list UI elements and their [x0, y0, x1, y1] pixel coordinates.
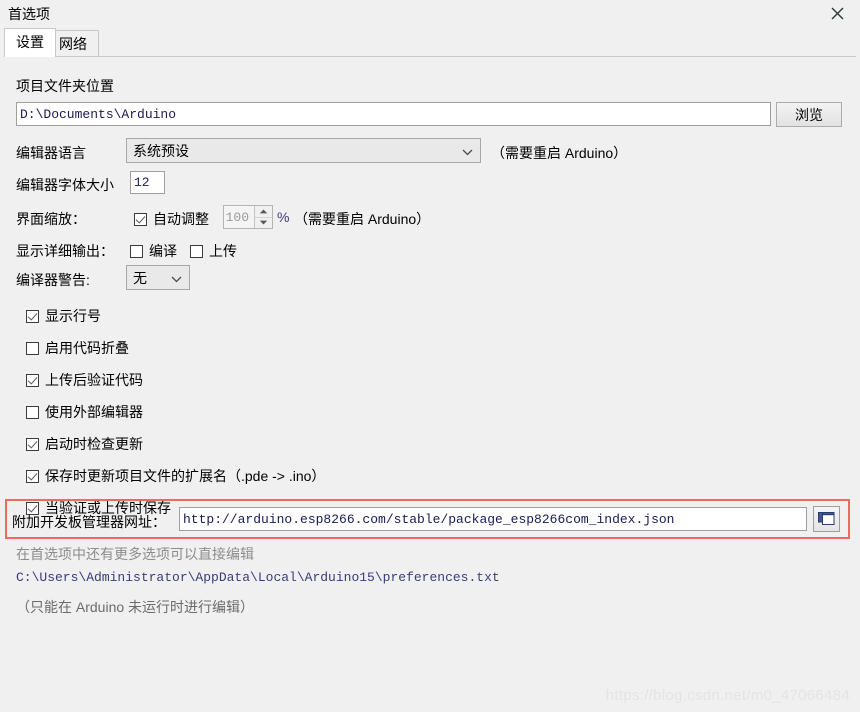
option-use-external-editor-label: 使用外部编辑器 — [45, 404, 143, 420]
verbose-compile-checkbox[interactable]: 编译 — [130, 241, 177, 261]
tab-settings-label: 设置 — [16, 34, 44, 50]
option-enable-code-folding[interactable]: 启用代码折叠 — [26, 338, 129, 358]
interface-scale-label: 界面缩放： — [16, 211, 86, 227]
verbose-compile-checkbox-box — [130, 244, 143, 258]
sketchbook-location-label: 项目文件夹位置 — [16, 78, 114, 94]
compiler-warnings-select[interactable]: 无 — [126, 265, 190, 290]
option-check-updates-on-startup-label: 启动时检查更新 — [45, 436, 143, 452]
close-icon — [831, 7, 843, 19]
editor-font-size-input[interactable]: 12 — [130, 171, 165, 194]
option-update-sketch-extension-label: 保存时更新项目文件的扩展名（.pde -> .ino） — [45, 468, 326, 484]
auto-scale-checkbox-box — [134, 212, 147, 226]
edit-note-text: （只能在 Arduino 未运行时进行编辑） — [16, 599, 255, 615]
scale-percent-unit: % — [277, 209, 290, 225]
option-verify-after-upload-box — [26, 373, 39, 387]
option-verify-after-upload[interactable]: 上传后验证代码 — [26, 370, 143, 390]
compiler-warnings-label: 编译器警告: — [16, 272, 90, 288]
editor-language-hint: （需要重启 Arduino） — [491, 145, 628, 161]
tab-strip: 设置 网络 — [0, 28, 860, 57]
verbose-upload-checkbox[interactable]: 上传 — [190, 241, 237, 261]
browse-button[interactable]: 浏览 — [776, 102, 842, 127]
spinner-down-icon — [259, 220, 268, 225]
settings-panel: 项目文件夹位置 D:\Documents\Arduino 浏览 编辑器语言 系统… — [4, 56, 856, 708]
verbose-upload-checkbox-box — [190, 244, 203, 258]
compiler-warnings-value: 无 — [133, 269, 147, 286]
tab-settings[interactable]: 设置 — [4, 28, 56, 57]
option-update-sketch-extension[interactable]: 保存时更新项目文件的扩展名（.pde -> .ino） — [26, 466, 325, 486]
auto-scale-checkbox[interactable]: 自动调整 — [134, 209, 209, 229]
verbose-output-label: 显示详细输出： — [16, 243, 114, 259]
close-button[interactable] — [818, 0, 856, 26]
preferences-file-path: C:\Users\Administrator\AppData\Local\Ard… — [16, 570, 500, 585]
interface-scale-hint: （需要重启 Arduino） — [294, 211, 431, 227]
option-show-line-numbers-label: 显示行号 — [45, 308, 101, 324]
verbose-upload-label: 上传 — [209, 243, 237, 259]
scale-percent-stepper-buttons — [254, 206, 272, 228]
option-use-external-editor-box — [26, 405, 39, 419]
option-enable-code-folding-label: 启用代码折叠 — [45, 340, 129, 356]
board-manager-urls-label: 附加开发板管理器网址： — [12, 514, 166, 530]
editor-font-size-label: 编辑器字体大小 — [16, 177, 114, 193]
option-show-line-numbers-box — [26, 309, 39, 323]
sketchbook-path-input[interactable]: D:\Documents\Arduino — [16, 102, 771, 126]
editor-language-label: 编辑器语言 — [16, 145, 86, 161]
board-manager-urls-input[interactable]: http://arduino.esp8266.com/stable/packag… — [179, 507, 807, 531]
window-title: 首选项 — [8, 6, 50, 22]
option-check-updates-on-startup-box — [26, 437, 39, 451]
window-titlebar: 首选项 — [0, 0, 860, 28]
watermark: https://blog.csdn.net/m0_47066484 — [605, 687, 850, 704]
more-preferences-text: 在首选项中还有更多选项可以直接编辑 — [16, 546, 254, 562]
option-show-line-numbers[interactable]: 显示行号 — [26, 306, 101, 326]
open-windows-icon — [818, 511, 835, 525]
spinner-up-icon — [259, 209, 268, 214]
scale-stepper-up-button[interactable] — [255, 206, 272, 218]
tab-network-label: 网络 — [59, 36, 87, 52]
auto-scale-label: 自动调整 — [153, 211, 209, 227]
option-verify-after-upload-label: 上传后验证代码 — [45, 372, 143, 388]
browse-button-label: 浏览 — [795, 106, 823, 123]
editor-font-size-value: 12 — [134, 175, 150, 190]
board-manager-urls-value: http://arduino.esp8266.com/stable/packag… — [183, 511, 675, 527]
sketchbook-path-value: D:\Documents\Arduino — [20, 106, 177, 122]
chevron-down-icon — [462, 149, 473, 155]
editor-language-value: 系统预设 — [133, 142, 189, 159]
verbose-compile-label: 编译 — [149, 243, 177, 259]
option-check-updates-on-startup[interactable]: 启动时检查更新 — [26, 434, 143, 454]
option-enable-code-folding-box — [26, 341, 39, 355]
scale-percent-value: 100 — [224, 206, 254, 228]
option-update-sketch-extension-box — [26, 469, 39, 483]
chevron-down-icon — [171, 276, 182, 282]
scale-stepper-down-button[interactable] — [255, 217, 272, 228]
board-manager-urls-open-button[interactable] — [813, 506, 840, 532]
scale-percent-stepper[interactable]: 100 — [223, 205, 273, 229]
editor-language-select[interactable]: 系统预设 — [126, 138, 481, 163]
option-use-external-editor[interactable]: 使用外部编辑器 — [26, 402, 143, 422]
